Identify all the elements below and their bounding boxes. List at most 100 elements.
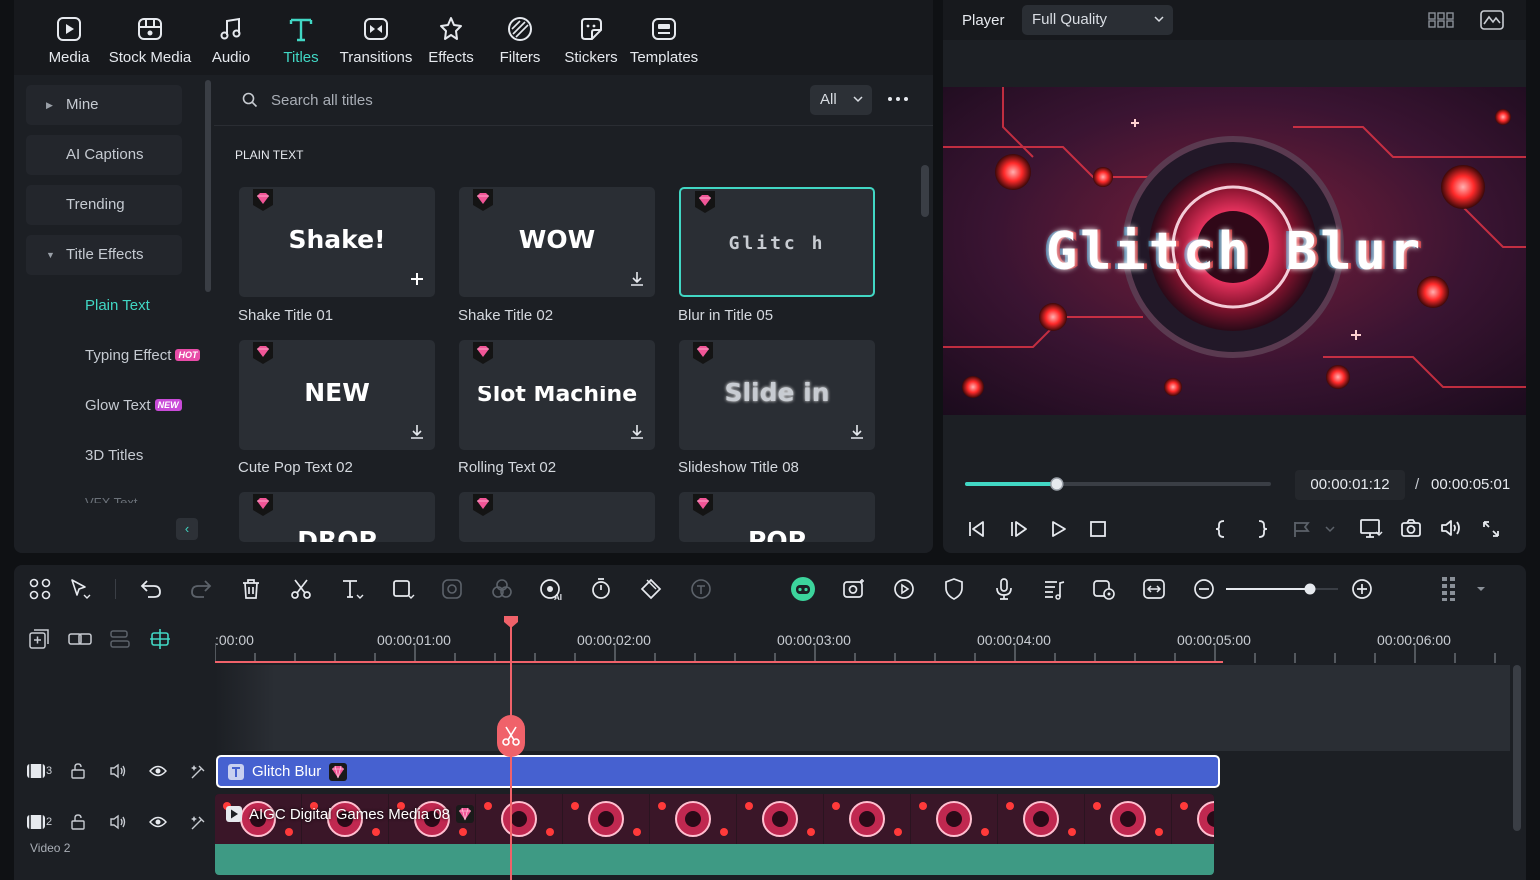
track-manager-icon[interactable] <box>108 628 132 650</box>
eye-icon[interactable] <box>149 764 167 778</box>
shield-icon[interactable] <box>942 577 966 601</box>
zoom-out-icon[interactable] <box>1192 577 1216 601</box>
subcategory-glow-text[interactable]: Glow Text NEW <box>85 397 182 414</box>
split-icon[interactable] <box>289 577 313 601</box>
mark-in-icon[interactable] <box>1213 519 1229 539</box>
quality-select[interactable]: Full Quality <box>1022 5 1173 35</box>
tab-titles[interactable]: Titles <box>272 0 330 75</box>
eye-icon[interactable] <box>149 815 167 829</box>
fit-timeline-icon[interactable] <box>1142 577 1166 601</box>
fullscreen-icon[interactable] <box>1481 519 1501 539</box>
tab-media[interactable]: Media <box>41 0 97 75</box>
next-frame-icon[interactable] <box>1008 519 1028 539</box>
redo-icon[interactable] <box>189 577 213 601</box>
empty-track-lane[interactable] <box>215 665 1510 751</box>
keyframe-icon[interactable] <box>639 577 663 601</box>
crop-icon[interactable] <box>391 577 415 601</box>
undo-icon[interactable] <box>139 577 163 601</box>
tab-transitions[interactable]: Transitions <box>338 0 414 75</box>
lock-icon[interactable] <box>70 763 86 779</box>
title-clip[interactable]: Glitch Blur <box>216 755 1220 788</box>
tab-stickers[interactable]: Stickers <box>560 0 622 75</box>
playhead-handle[interactable] <box>503 615 519 629</box>
tab-filters[interactable]: Filters <box>492 0 548 75</box>
layout-grid-icon[interactable] <box>1428 11 1454 29</box>
title-card[interactable]: Glitc h <box>679 187 875 297</box>
previous-frame-icon[interactable] <box>966 519 986 539</box>
category-title-effects[interactable]: ▼ Title Effects <box>26 235 182 275</box>
zoom-slider[interactable] <box>1226 581 1338 597</box>
play-icon[interactable] <box>1048 519 1068 539</box>
download-icon[interactable] <box>407 422 427 442</box>
delete-icon[interactable] <box>239 577 263 601</box>
download-icon[interactable] <box>627 422 647 442</box>
video-preview[interactable]: Glitch Blur <box>943 87 1526 415</box>
tab-templates[interactable]: Templates <box>628 0 700 75</box>
sidebar-scrollbar[interactable] <box>205 80 211 292</box>
video-clip[interactable]: AIGC Digital Games Media 08 <box>215 794 1214 875</box>
scope-icon[interactable] <box>1480 10 1504 30</box>
mark-out-icon[interactable] <box>1254 519 1270 539</box>
search-input[interactable]: Search all titles <box>271 92 373 109</box>
color-icon[interactable] <box>490 577 514 601</box>
audio-mixer-icon[interactable] <box>1042 577 1066 601</box>
grid-scrollbar[interactable] <box>921 165 929 217</box>
volume-icon[interactable] <box>1440 518 1462 538</box>
add-icon[interactable] <box>407 269 427 289</box>
auto-ai-icon[interactable] <box>189 814 207 832</box>
title-card[interactable]: Shake! <box>239 187 435 297</box>
color-match-icon[interactable] <box>440 577 464 601</box>
timeline-scrollbar[interactable] <box>1513 665 1521 831</box>
view-options-icon[interactable] <box>1440 577 1488 601</box>
ai-image-icon[interactable] <box>842 577 866 601</box>
title-card[interactable]: NEW <box>239 340 435 450</box>
title-card[interactable]: POP <box>679 492 875 542</box>
subcategory-typing-effect[interactable]: Typing Effect HOT <box>85 347 201 364</box>
microphone-icon[interactable] <box>992 577 1016 601</box>
category-ai-captions[interactable]: AI Captions <box>26 135 182 175</box>
render-preview-icon[interactable] <box>1092 577 1116 601</box>
speed-icon[interactable] <box>589 577 613 601</box>
media-icon <box>57 17 81 41</box>
title-card[interactable]: WOW <box>459 187 655 297</box>
ai-copilot-icon[interactable] <box>790 576 816 602</box>
auto-ai-icon[interactable] <box>189 763 207 781</box>
select-tool-icon[interactable] <box>68 577 92 601</box>
title-card[interactable]: DROP <box>239 492 435 542</box>
title-card[interactable]: Slot Machine <box>459 340 655 450</box>
category-trending[interactable]: Trending <box>26 185 182 225</box>
tab-stock-media[interactable]: Stock Media <box>106 0 194 75</box>
collapse-sidebar-button[interactable]: ‹ <box>176 518 198 540</box>
layout-icon[interactable] <box>28 577 52 601</box>
timeline-ruler[interactable]: :00:00 00:00:01:00 00:00:02:00 00:00:03:00 0… <box>215 615 1526 665</box>
more-options-button[interactable] <box>886 87 910 111</box>
subcategory-plain-text[interactable]: Plain Text <box>85 297 150 314</box>
video-thumbnail <box>1085 794 1171 844</box>
download-icon[interactable] <box>847 422 867 442</box>
playback-progress-slider[interactable] <box>963 475 1275 493</box>
marker-dropdown-icon[interactable] <box>1292 519 1336 539</box>
mute-icon[interactable] <box>109 814 127 830</box>
tab-effects[interactable]: Effects <box>422 0 480 75</box>
download-icon[interactable] <box>627 269 647 289</box>
text-to-speech-icon[interactable] <box>689 577 713 601</box>
subcategory-3d-titles[interactable]: 3D Titles <box>85 447 143 464</box>
title-card[interactable] <box>459 492 655 542</box>
stop-icon[interactable] <box>1088 519 1108 539</box>
tab-audio[interactable]: Audio <box>204 0 258 75</box>
zoom-in-icon[interactable] <box>1350 577 1374 601</box>
add-track-icon[interactable] <box>28 628 50 650</box>
mute-icon[interactable] <box>109 763 127 779</box>
link-clips-icon[interactable] <box>67 628 93 650</box>
split-handle[interactable] <box>497 715 525 757</box>
filter-select[interactable]: All <box>810 85 872 115</box>
lock-icon[interactable] <box>70 814 86 830</box>
title-card[interactable]: Slide in <box>679 340 875 450</box>
auto-reframe-icon[interactable] <box>892 577 916 601</box>
text-tool-icon[interactable] <box>340 577 364 601</box>
category-mine[interactable]: ▶ Mine <box>26 85 182 125</box>
snapshot-icon[interactable] <box>1400 518 1422 538</box>
display-settings-icon[interactable] <box>1359 518 1383 540</box>
magnetic-snap-icon[interactable] <box>148 627 172 651</box>
ai-tools-icon[interactable]: AI <box>539 577 563 601</box>
